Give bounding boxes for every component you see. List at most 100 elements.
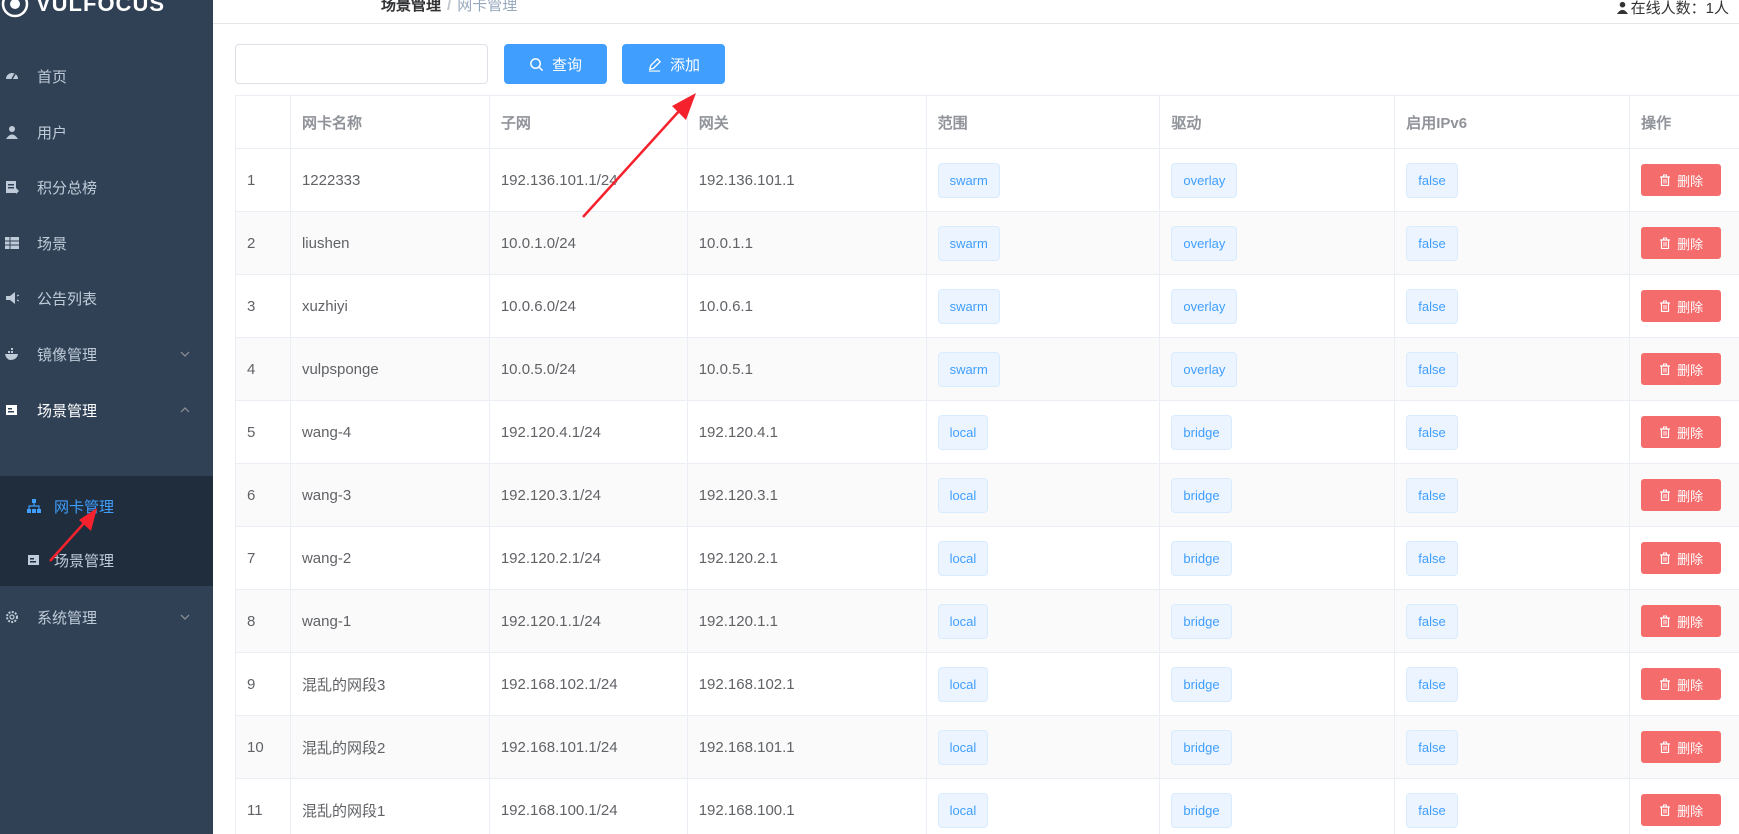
delete-button[interactable]: 删除 <box>1641 731 1722 763</box>
submenu-item-network[interactable]: 网卡管理 <box>0 481 213 531</box>
cell-name: 混乱的网段3 <box>291 653 490 715</box>
chevron-up-icon <box>180 407 190 413</box>
ipv6-tag: false <box>1406 414 1458 450</box>
cell-index: 3 <box>236 275 291 337</box>
dashboard-icon <box>5 69 19 83</box>
sidebar-item-scene[interactable]: 场景 <box>0 215 213 271</box>
submenu-item-scene-mgmt[interactable]: 场景管理 <box>0 535 213 585</box>
cell-gateway: 10.0.6.1 <box>688 275 927 337</box>
cell-ipv6: false <box>1395 149 1631 211</box>
cell-actions: 删除 <box>1630 212 1739 274</box>
sidebar-item-user[interactable]: 用户 <box>0 104 213 160</box>
cell-actions: 删除 <box>1630 653 1739 715</box>
cell-subnet: 192.120.4.1/24 <box>490 401 688 463</box>
cell-scope: local <box>927 401 1161 463</box>
cell-gateway: 192.168.100.1 <box>688 779 927 834</box>
driver-tag: bridge <box>1171 729 1232 765</box>
cell-name: liushen <box>291 212 490 274</box>
ipv6-tag: false <box>1406 729 1458 765</box>
sidebar-item-label: 公告列表 <box>37 290 98 308</box>
delete-button-label: 删除 <box>1677 551 1704 567</box>
cell-driver: bridge <box>1160 653 1396 715</box>
ranking-icon <box>5 180 19 194</box>
trash-icon <box>1660 489 1671 501</box>
sidebar-item-notices[interactable]: 公告列表 <box>0 270 213 326</box>
trash-icon <box>1660 237 1671 249</box>
app-root: VULFOCUS 首页 用户 积分总榜 场景 公告列表 镜像管理 场景管理 网卡… <box>0 0 1739 834</box>
cell-name: vulpsponge <box>291 338 490 400</box>
ipv6-tag: false <box>1406 288 1458 324</box>
sidebar-item-home[interactable]: 首页 <box>0 48 213 104</box>
sidebar-item-image-mgmt[interactable]: 镜像管理 <box>0 326 213 382</box>
delete-button[interactable]: 删除 <box>1641 290 1722 322</box>
grid-icon <box>5 236 19 250</box>
scope-tag: local <box>937 666 989 702</box>
delete-button-label: 删除 <box>1677 236 1704 252</box>
cell-name: wang-3 <box>291 464 490 526</box>
submenu-item-label: 场景管理 <box>54 552 115 570</box>
scope-tag: swarm <box>937 288 1000 324</box>
delete-button-label: 删除 <box>1677 803 1704 819</box>
cell-actions: 删除 <box>1630 401 1739 463</box>
scope-tag: swarm <box>937 225 1000 261</box>
cell-scope: local <box>927 590 1161 652</box>
cell-scope: local <box>927 653 1161 715</box>
search-input[interactable] <box>235 44 488 84</box>
cell-scope: swarm <box>927 338 1161 400</box>
cell-driver: bridge <box>1160 716 1396 778</box>
cell-ipv6: false <box>1395 716 1631 778</box>
delete-button-label: 删除 <box>1677 740 1704 756</box>
sidebar-item-label: 场景管理 <box>37 402 98 420</box>
driver-tag: overlay <box>1171 162 1238 198</box>
cell-gateway: 192.168.101.1 <box>688 716 927 778</box>
delete-button-label: 删除 <box>1677 425 1704 441</box>
cell-index: 9 <box>236 653 291 715</box>
delete-button[interactable]: 删除 <box>1641 164 1722 196</box>
delete-button[interactable]: 删除 <box>1641 353 1722 385</box>
cell-name: wang-4 <box>291 401 490 463</box>
cell-actions: 删除 <box>1630 464 1739 526</box>
add-button[interactable]: 添加 <box>622 44 725 84</box>
driver-tag: overlay <box>1171 225 1238 261</box>
delete-button[interactable]: 删除 <box>1641 605 1722 637</box>
cell-subnet: 192.136.101.1/24 <box>490 149 688 211</box>
table-row: 6 wang-3 192.120.3.1/24 192.120.3.1 local bri… <box>236 464 1739 527</box>
cell-scope: swarm <box>927 212 1161 274</box>
table-row: 10 混乱的网段2 192.168.101.1/24 192.168.101.1 loc… <box>236 716 1739 779</box>
online-count: 在线人数：1人 <box>1630 0 1729 17</box>
cell-gateway: 192.120.3.1 <box>688 464 927 526</box>
delete-button[interactable]: 删除 <box>1641 227 1722 259</box>
cell-ipv6: false <box>1395 212 1631 274</box>
search-button[interactable]: 查询 <box>504 44 607 84</box>
table-row: 2 liushen 10.0.1.0/24 10.0.1.1 swarm overlay f… <box>236 212 1739 275</box>
sidebar-item-ranking[interactable]: 积分总榜 <box>0 159 213 215</box>
sidebar-item-label: 场景 <box>37 235 68 253</box>
cell-subnet: 192.168.101.1/24 <box>490 716 688 778</box>
delete-button[interactable]: 删除 <box>1641 416 1722 448</box>
breadcrumb-parent[interactable]: 场景管理 <box>381 0 441 14</box>
ipv6-tag: false <box>1406 162 1458 198</box>
cell-gateway: 192.136.101.1 <box>688 149 927 211</box>
delete-button[interactable]: 删除 <box>1641 479 1722 511</box>
table-row: 3 xuzhiyi 10.0.6.0/24 10.0.6.1 swarm overlay f… <box>236 275 1739 338</box>
driver-tag: bridge <box>1171 792 1232 828</box>
delete-button[interactable]: 删除 <box>1641 794 1722 826</box>
table-row: 11 混乱的网段1 192.168.100.1/24 192.168.100.1 loc… <box>236 779 1739 834</box>
cell-driver: bridge <box>1160 464 1396 526</box>
sidebar-item-system-mgmt[interactable]: 系统管理 <box>0 589 213 645</box>
sidebar-item-scene-mgmt[interactable]: 场景管理 <box>0 382 213 438</box>
breadcrumb-current: 网卡管理 <box>457 0 518 14</box>
cell-ipv6: false <box>1395 401 1631 463</box>
delete-button[interactable]: 删除 <box>1641 542 1722 574</box>
bug-logo-icon <box>1 0 29 18</box>
scope-tag: local <box>937 603 989 639</box>
cell-subnet: 192.120.3.1/24 <box>490 464 688 526</box>
header-driver: 驱动 <box>1160 96 1396 148</box>
scene-icon <box>5 403 19 417</box>
delete-button-label: 删除 <box>1677 488 1704 504</box>
delete-button[interactable]: 删除 <box>1641 668 1722 700</box>
sidebar-item-label: 系统管理 <box>37 609 98 627</box>
cell-subnet: 192.120.2.1/24 <box>490 527 688 589</box>
docker-icon <box>5 347 19 361</box>
search-icon <box>530 57 544 71</box>
